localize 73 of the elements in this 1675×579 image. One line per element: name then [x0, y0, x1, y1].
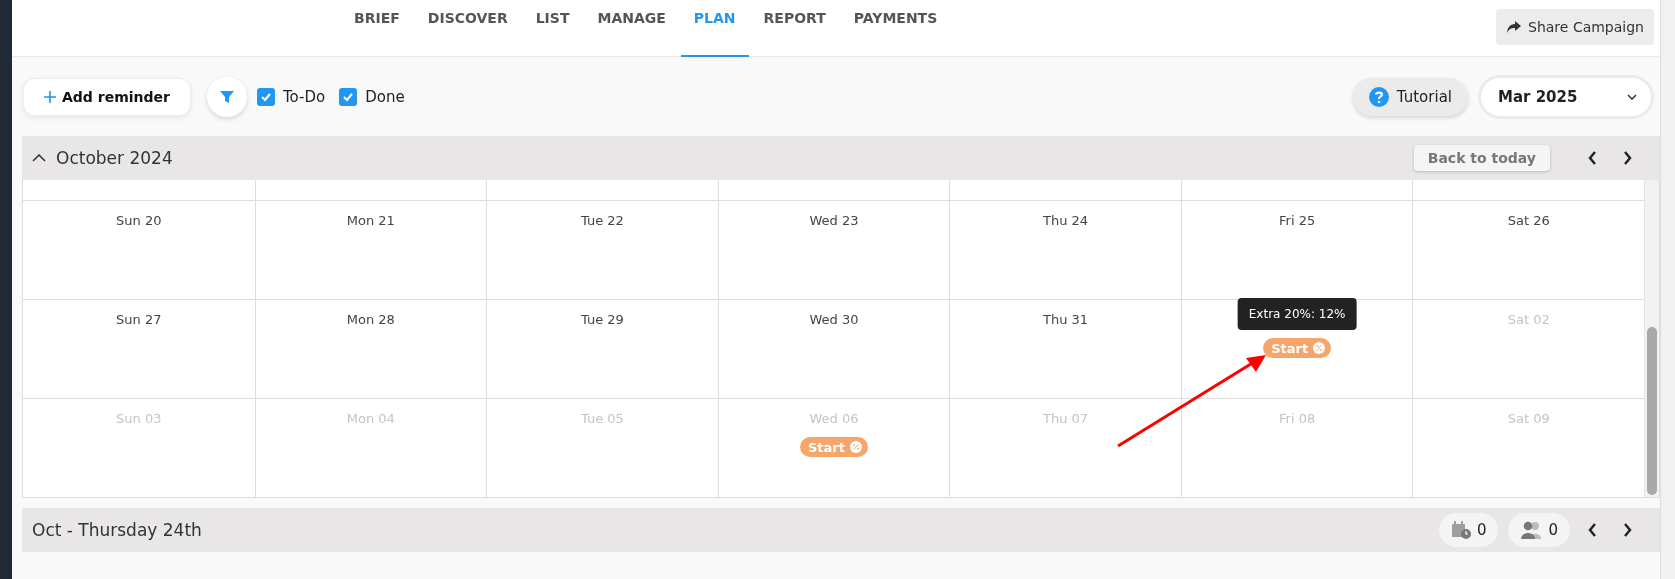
day-cell[interactable]: Sat 26: [1412, 201, 1644, 299]
nav-tab[interactable]: MANAGE: [584, 0, 679, 57]
day-title: Oct - Thursday 24th: [32, 520, 202, 540]
checkbox-label: Done: [365, 87, 405, 106]
day-cell[interactable]: Tue 29: [486, 300, 718, 398]
nav-tab[interactable]: BRIEF: [341, 0, 413, 57]
people-icon: [1520, 521, 1543, 539]
day-label: Sun 03: [116, 411, 162, 427]
nav-tab[interactable]: REPORT: [750, 0, 839, 57]
collapse-button[interactable]: [32, 154, 46, 162]
month-select[interactable]: Mar 2025: [1481, 77, 1651, 116]
checkbox-label: To-Do: [282, 87, 326, 106]
day-cell[interactable]: Tue 22: [486, 201, 718, 299]
day-cell[interactable]: Sun 20: [23, 201, 255, 299]
chevron-left-icon: [1588, 523, 1597, 537]
chevron-right-icon: [1623, 151, 1632, 165]
chevron-left-icon: [1588, 151, 1597, 165]
counter-pill[interactable]: 0: [1438, 513, 1499, 547]
checkbox[interactable]: [339, 87, 358, 106]
day-label: Wed 30: [809, 312, 859, 328]
day-label: Wed 06: [809, 411, 859, 427]
day-label: Sat 09: [1507, 411, 1550, 427]
nav-tab[interactable]: PAYMENTS: [840, 0, 951, 57]
day-label: Mon 28: [346, 312, 395, 328]
day-label: Fri 25: [1279, 213, 1316, 229]
filter-button[interactable]: [206, 76, 247, 117]
day-label: Mon 04: [346, 411, 395, 427]
month-title: October 2024: [56, 148, 173, 168]
day-label: Sat 26: [1507, 213, 1550, 229]
add-reminder-button[interactable]: Add reminder: [23, 77, 191, 116]
day-label: Mon 21: [346, 213, 395, 229]
day-cell[interactable]: Thu 24: [949, 201, 1181, 299]
day-label: Fri 08: [1279, 411, 1316, 427]
help-icon: [1368, 86, 1389, 107]
day-label: Tue 05: [580, 411, 624, 427]
day-label: Thu 24: [1043, 213, 1089, 229]
discount-icon: [850, 441, 862, 453]
share-campaign-button[interactable]: Share Campaign: [1496, 9, 1654, 45]
filter-icon: [218, 88, 235, 105]
filter-checkbox[interactable]: To-Do: [256, 87, 326, 106]
chevron-down-icon: [1627, 93, 1637, 100]
share-icon: [1506, 20, 1523, 34]
day-label: Sun 20: [116, 213, 162, 229]
nav-tab[interactable]: DISCOVER: [414, 0, 521, 57]
tooltip: Extra 20%: 12%: [1237, 298, 1357, 330]
day-cell[interactable]: Mon 28: [254, 300, 487, 398]
day-label: Wed 23: [809, 213, 859, 229]
day-label: Sat 02: [1507, 312, 1550, 328]
day-label: Thu 31: [1043, 312, 1089, 328]
calendar-clock-icon: [1450, 521, 1471, 539]
nav-tab[interactable]: LIST: [522, 0, 583, 57]
chevron-right-icon: [1623, 523, 1632, 537]
day-cell[interactable]: Extra 20%: 12% Start: [1180, 300, 1413, 398]
day-cell[interactable]: Mon 21: [254, 201, 487, 299]
scrollbar[interactable]: [1644, 180, 1659, 497]
counter-pill[interactable]: 0: [1508, 513, 1570, 547]
day-cell[interactable]: Thu 31: [949, 300, 1181, 398]
day-cell[interactable]: Sun 27: [23, 300, 255, 398]
day-label: Thu 07: [1043, 411, 1089, 427]
checkbox[interactable]: [256, 87, 275, 106]
day-label: Tue 22: [580, 213, 624, 229]
discount-icon: [1313, 342, 1326, 354]
day-label: Sun 27: [116, 312, 162, 328]
counter-value: 0: [1476, 521, 1487, 539]
day-cell[interactable]: Wed 30: [717, 300, 950, 398]
day-cell[interactable]: Wed 23: [717, 201, 950, 299]
plus-icon: [44, 90, 56, 103]
day-label: Tue 29: [580, 312, 624, 328]
tutorial-button[interactable]: Tutorial: [1352, 77, 1468, 116]
back-to-today-button[interactable]: Back to today: [1413, 145, 1550, 171]
counter-value: 0: [1548, 521, 1558, 539]
page-scrollbar[interactable]: [1660, 0, 1675, 579]
filter-checkbox[interactable]: Done: [339, 87, 405, 106]
